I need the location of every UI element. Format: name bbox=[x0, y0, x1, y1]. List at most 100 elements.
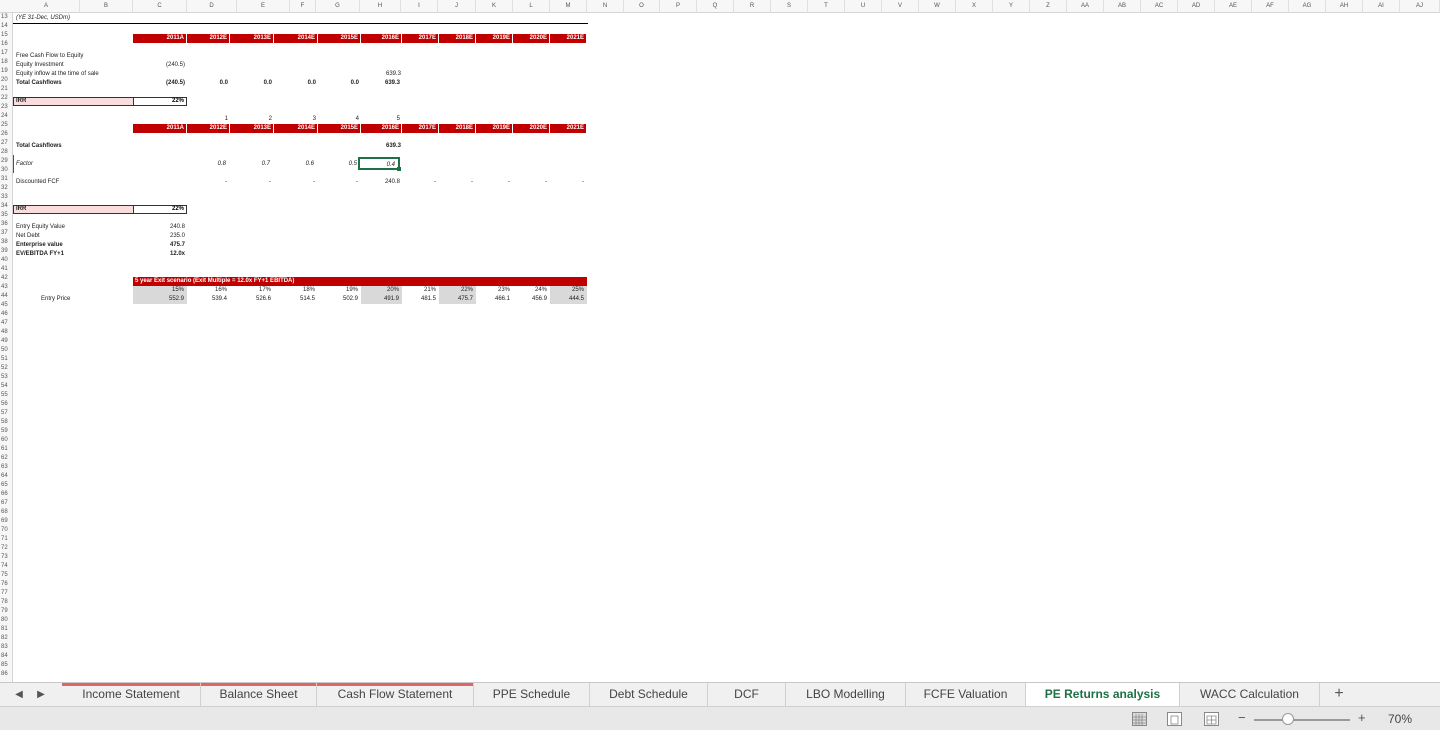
row-header[interactable]: 31 bbox=[0, 175, 13, 184]
row-header[interactable]: 66 bbox=[0, 490, 13, 499]
discounted-fcf-value[interactable]: 240.8 bbox=[361, 178, 400, 187]
row-header[interactable]: 49 bbox=[0, 337, 13, 346]
add-sheet-button[interactable]: + bbox=[1330, 683, 1348, 707]
zoom-out-button[interactable]: − bbox=[1238, 710, 1246, 725]
column-header[interactable]: T bbox=[808, 0, 845, 13]
row-header[interactable]: 73 bbox=[0, 553, 13, 562]
row-header[interactable]: 59 bbox=[0, 427, 13, 436]
row-header[interactable]: 80 bbox=[0, 616, 13, 625]
column-header[interactable]: W bbox=[919, 0, 956, 13]
zoom-slider-track[interactable] bbox=[1254, 719, 1350, 721]
column-header[interactable]: AG bbox=[1289, 0, 1326, 13]
row-header[interactable]: 18 bbox=[0, 58, 13, 67]
column-header[interactable]: AI bbox=[1363, 0, 1400, 13]
column-header[interactable]: AA bbox=[1067, 0, 1104, 13]
fcf-year-cell[interactable]: 2021E bbox=[550, 34, 587, 43]
scenario-price-cell[interactable]: 539.4 bbox=[187, 295, 230, 304]
scenario-price-cell[interactable]: 466.1 bbox=[476, 295, 513, 304]
column-header[interactable]: D bbox=[187, 0, 237, 13]
tab-income-statement[interactable]: Income Statement bbox=[62, 683, 201, 707]
scenario-price-cell[interactable]: 456.9 bbox=[513, 295, 550, 304]
row-header[interactable]: 20 bbox=[0, 76, 13, 85]
period-cell[interactable]: 2 bbox=[230, 115, 272, 124]
column-header[interactable]: C bbox=[133, 0, 187, 13]
discounted-fcf-cell[interactable]: - bbox=[439, 178, 473, 187]
row-header[interactable]: 85 bbox=[0, 661, 13, 670]
period-cell[interactable]: 5 bbox=[361, 115, 400, 124]
fcf-year-cell[interactable]: 2018E bbox=[439, 34, 476, 43]
tab-wacc-calculation[interactable]: WACC Calculation bbox=[1180, 683, 1320, 707]
column-header[interactable]: AF bbox=[1252, 0, 1289, 13]
scenario-price-cell[interactable]: 444.5 bbox=[550, 295, 587, 304]
row-header[interactable]: 71 bbox=[0, 535, 13, 544]
prev-sheet-icon[interactable]: ◀ bbox=[12, 683, 26, 707]
row-header[interactable]: 53 bbox=[0, 373, 13, 382]
fcf-year-cell[interactable]: 2016E bbox=[361, 34, 402, 43]
row-header[interactable]: 84 bbox=[0, 652, 13, 661]
fcf-year-cell[interactable]: 2017E bbox=[402, 34, 439, 43]
row-header[interactable]: 55 bbox=[0, 391, 13, 400]
discount-year-cell[interactable]: 2021E bbox=[550, 124, 587, 133]
row-header[interactable]: 70 bbox=[0, 526, 13, 535]
discount-year-cell[interactable]: 2011A bbox=[133, 124, 187, 133]
column-header[interactable]: AD bbox=[1178, 0, 1215, 13]
column-header[interactable]: P bbox=[660, 0, 697, 13]
row-header[interactable]: 63 bbox=[0, 463, 13, 472]
row-header[interactable]: 43 bbox=[0, 283, 13, 292]
row-header[interactable]: 21 bbox=[0, 85, 13, 94]
row-header[interactable]: 28 bbox=[0, 148, 13, 157]
column-header[interactable]: H bbox=[360, 0, 401, 13]
row-header[interactable]: 26 bbox=[0, 130, 13, 139]
row-header[interactable]: 62 bbox=[0, 454, 13, 463]
fcf-year-cell[interactable]: 2011A bbox=[133, 34, 187, 43]
discount-year-cell[interactable]: 2015E bbox=[318, 124, 361, 133]
row-header[interactable]: 61 bbox=[0, 445, 13, 454]
scenario-irr-cell[interactable]: 17% bbox=[230, 286, 274, 295]
total-cashflow-cell[interactable]: 0.0 bbox=[274, 79, 316, 88]
tab-cash-flow-statement[interactable]: Cash Flow Statement bbox=[317, 683, 474, 707]
fcf-year-cell[interactable]: 2013E bbox=[230, 34, 274, 43]
row-header[interactable]: 75 bbox=[0, 571, 13, 580]
column-header[interactable]: K bbox=[476, 0, 513, 13]
row-header[interactable]: 47 bbox=[0, 319, 13, 328]
scenario-irr-cell[interactable]: 20% bbox=[361, 286, 402, 295]
row-header[interactable]: 17 bbox=[0, 49, 13, 58]
tab-pe-returns-analysis[interactable]: PE Returns analysis bbox=[1026, 683, 1180, 707]
discounted-fcf-cell[interactable]: - bbox=[513, 178, 547, 187]
row-header[interactable]: 25 bbox=[0, 121, 13, 130]
row-header[interactable]: 76 bbox=[0, 580, 13, 589]
row-header[interactable]: 36 bbox=[0, 220, 13, 229]
row-header[interactable]: 40 bbox=[0, 256, 13, 265]
tab-balance-sheet[interactable]: Balance Sheet bbox=[201, 683, 317, 707]
row-header[interactable]: 44 bbox=[0, 292, 13, 301]
column-header[interactable]: U bbox=[845, 0, 882, 13]
column-header[interactable]: S bbox=[771, 0, 808, 13]
period-cell[interactable]: 3 bbox=[274, 115, 316, 124]
row-header[interactable]: 48 bbox=[0, 328, 13, 337]
zoom-slider-thumb[interactable] bbox=[1282, 713, 1294, 725]
row-header[interactable]: 72 bbox=[0, 544, 13, 553]
column-header[interactable]: V bbox=[882, 0, 919, 13]
row-header[interactable]: 24 bbox=[0, 112, 13, 121]
row-header[interactable]: 32 bbox=[0, 184, 13, 193]
normal-view-icon[interactable] bbox=[1132, 712, 1147, 726]
row-header[interactable]: 52 bbox=[0, 364, 13, 373]
page-layout-view-icon[interactable] bbox=[1167, 712, 1182, 726]
tab-dcf[interactable]: DCF bbox=[708, 683, 786, 707]
row-header[interactable]: 58 bbox=[0, 418, 13, 427]
row-header[interactable]: 41 bbox=[0, 265, 13, 274]
tab-ppe-schedule[interactable]: PPE Schedule bbox=[474, 683, 590, 707]
column-header[interactable]: R bbox=[734, 0, 771, 13]
scenario-irr-cell[interactable]: 19% bbox=[318, 286, 361, 295]
scenario-price-cell[interactable]: 552.9 bbox=[133, 295, 187, 304]
row-header[interactable]: 68 bbox=[0, 508, 13, 517]
scenario-irr-cell[interactable]: 21% bbox=[402, 286, 439, 295]
row-header[interactable]: 30 bbox=[0, 166, 13, 175]
column-header[interactable]: N bbox=[587, 0, 624, 13]
zoom-level[interactable]: 70% bbox=[1388, 712, 1412, 726]
row-header[interactable]: 51 bbox=[0, 355, 13, 364]
row-header[interactable]: 22 bbox=[0, 94, 13, 103]
row-header[interactable]: 83 bbox=[0, 643, 13, 652]
discounted-fcf-cell[interactable]: - bbox=[476, 178, 510, 187]
discounted-fcf-cell[interactable]: - bbox=[187, 178, 227, 187]
